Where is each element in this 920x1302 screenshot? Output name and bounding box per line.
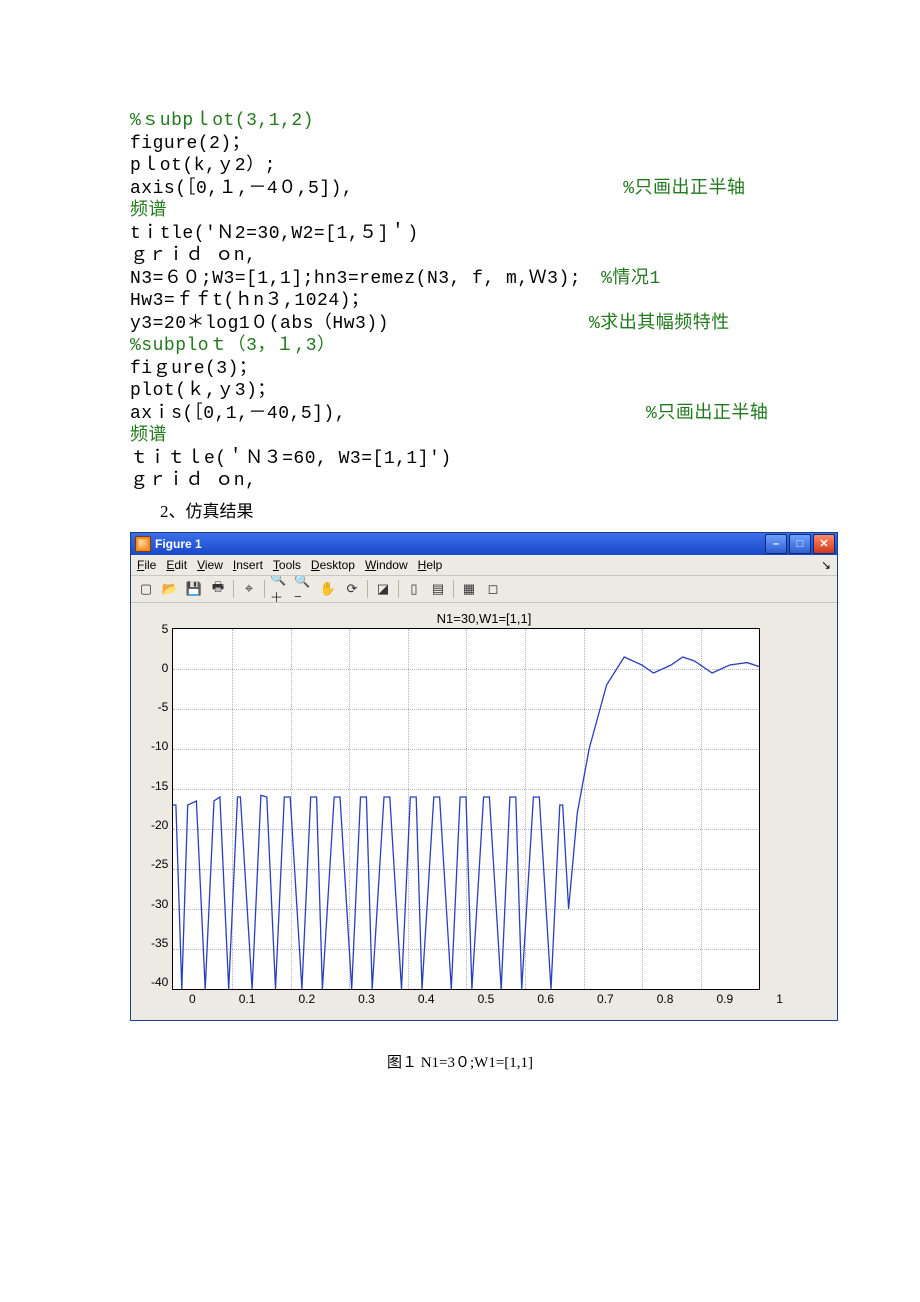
plot-title: N1=30,W1=[1,1]: [151, 611, 817, 626]
print-icon[interactable]: 🖶: [207, 578, 229, 600]
code-line: ｇｒｉｄ ｏn,: [130, 245, 790, 268]
separator: [367, 580, 368, 598]
pan-icon[interactable]: ✋: [317, 578, 339, 600]
separator: [233, 580, 234, 598]
code-line: 频谱: [130, 200, 790, 223]
code-line: Hw3=ｆｆt(ｈn３,1024)；: [130, 290, 790, 313]
code-line: plot(ｋ,ｙ3)；: [130, 380, 790, 403]
figure-window: Figure 1 – □ ✕ File Edit View Insert Too…: [130, 532, 838, 1021]
rotate-icon[interactable]: ⟳: [341, 578, 363, 600]
window-title: Figure 1: [155, 537, 202, 551]
code-line: 频谱: [130, 425, 790, 448]
x-tick-labels: 0 0.1 0.2 0.3 0.4 0.5 0.6 0.7 0.8 0.9 1: [189, 990, 783, 1006]
minimize-button[interactable]: –: [765, 534, 787, 554]
menu-insert[interactable]: Insert: [233, 558, 263, 572]
code-line: ｔｉｔｌe(＇Ｎ３=60, W3=[1,1]'): [130, 448, 790, 471]
separator: [398, 580, 399, 598]
new-icon[interactable]: ▢: [135, 578, 157, 600]
colorbar-icon[interactable]: ▯: [403, 578, 425, 600]
menu-tools[interactable]: Tools: [273, 558, 301, 572]
maximize-button[interactable]: □: [789, 534, 811, 554]
code-line: %ｓubpｌot(3,1,2): [130, 110, 790, 133]
zoom-out-icon[interactable]: 🔍−: [293, 578, 315, 600]
menu-window[interactable]: Window: [365, 558, 408, 572]
link-icon[interactable]: ▦: [458, 578, 480, 600]
code-line: axis(［0,１,－4０,5]),%只画出正半轴: [130, 178, 790, 201]
separator: [453, 580, 454, 598]
menubar: File Edit View Insert Tools Desktop Wind…: [131, 555, 837, 576]
open-icon[interactable]: 📂: [159, 578, 181, 600]
code-line: figure(2)；: [130, 133, 790, 156]
code-line: y3=20＊log1０(abs（Hw3))%求出其幅频特性: [130, 313, 790, 336]
code-line: tｉtle('Ｎ2=30,W2=[1,５]＇): [130, 223, 790, 246]
section-heading: 2、仿真结果: [160, 497, 790, 522]
pointer-icon[interactable]: ⌖: [238, 578, 260, 600]
titlebar[interactable]: Figure 1 – □ ✕: [131, 533, 837, 555]
plot-area: N1=30,W1=[1,1] 5 0 -5 -10 -15 -20 -25 -3…: [131, 603, 837, 1020]
axes: [172, 628, 760, 990]
zoom-in-icon[interactable]: 🔍＋: [269, 578, 291, 600]
code-line: fiｇure(3)；: [130, 358, 790, 381]
menu-file[interactable]: File: [137, 558, 156, 572]
save-icon[interactable]: 💾: [183, 578, 205, 600]
dock-icon[interactable]: ◻: [482, 578, 504, 600]
toolbar: ▢ 📂 💾 🖶 ⌖ 🔍＋ 🔍− ✋ ⟳ ◪ ▯ ▤ ▦ ◻: [131, 576, 837, 603]
matlab-icon: [135, 536, 151, 552]
code-line: pｌot(k,ｙ2）;: [130, 155, 790, 178]
menu-edit[interactable]: Edit: [166, 558, 187, 572]
code-line: N3=６０;W3=[1,1];hn3=remez(N3, f, m,Ｗ3);%情…: [130, 268, 790, 291]
figure-caption: 图１ N1=3０;W1=[1,1]: [130, 1051, 790, 1072]
menu-desktop[interactable]: Desktop: [311, 558, 355, 572]
y-tick-labels: 5 0 -5 -10 -15 -20 -25 -30 -35 -40: [151, 622, 172, 990]
separator: [264, 580, 265, 598]
menu-view[interactable]: View: [197, 558, 223, 572]
legend-icon[interactable]: ▤: [427, 578, 449, 600]
code-line: %subploｔ（3，１,3）: [130, 335, 790, 358]
menu-help[interactable]: Help: [418, 558, 443, 572]
code-line: axｉs(［0,1,－40,5]),%只画出正半轴: [130, 403, 790, 426]
code-line: ｇｒｉｄ ｏn,: [130, 470, 790, 493]
dock-arrow-icon[interactable]: ↘: [821, 558, 831, 572]
close-button[interactable]: ✕: [813, 534, 835, 554]
data-cursor-icon[interactable]: ◪: [372, 578, 394, 600]
code-block: %ｓubpｌot(3,1,2) figure(2)； pｌot(k,ｙ2）; a…: [130, 110, 790, 493]
